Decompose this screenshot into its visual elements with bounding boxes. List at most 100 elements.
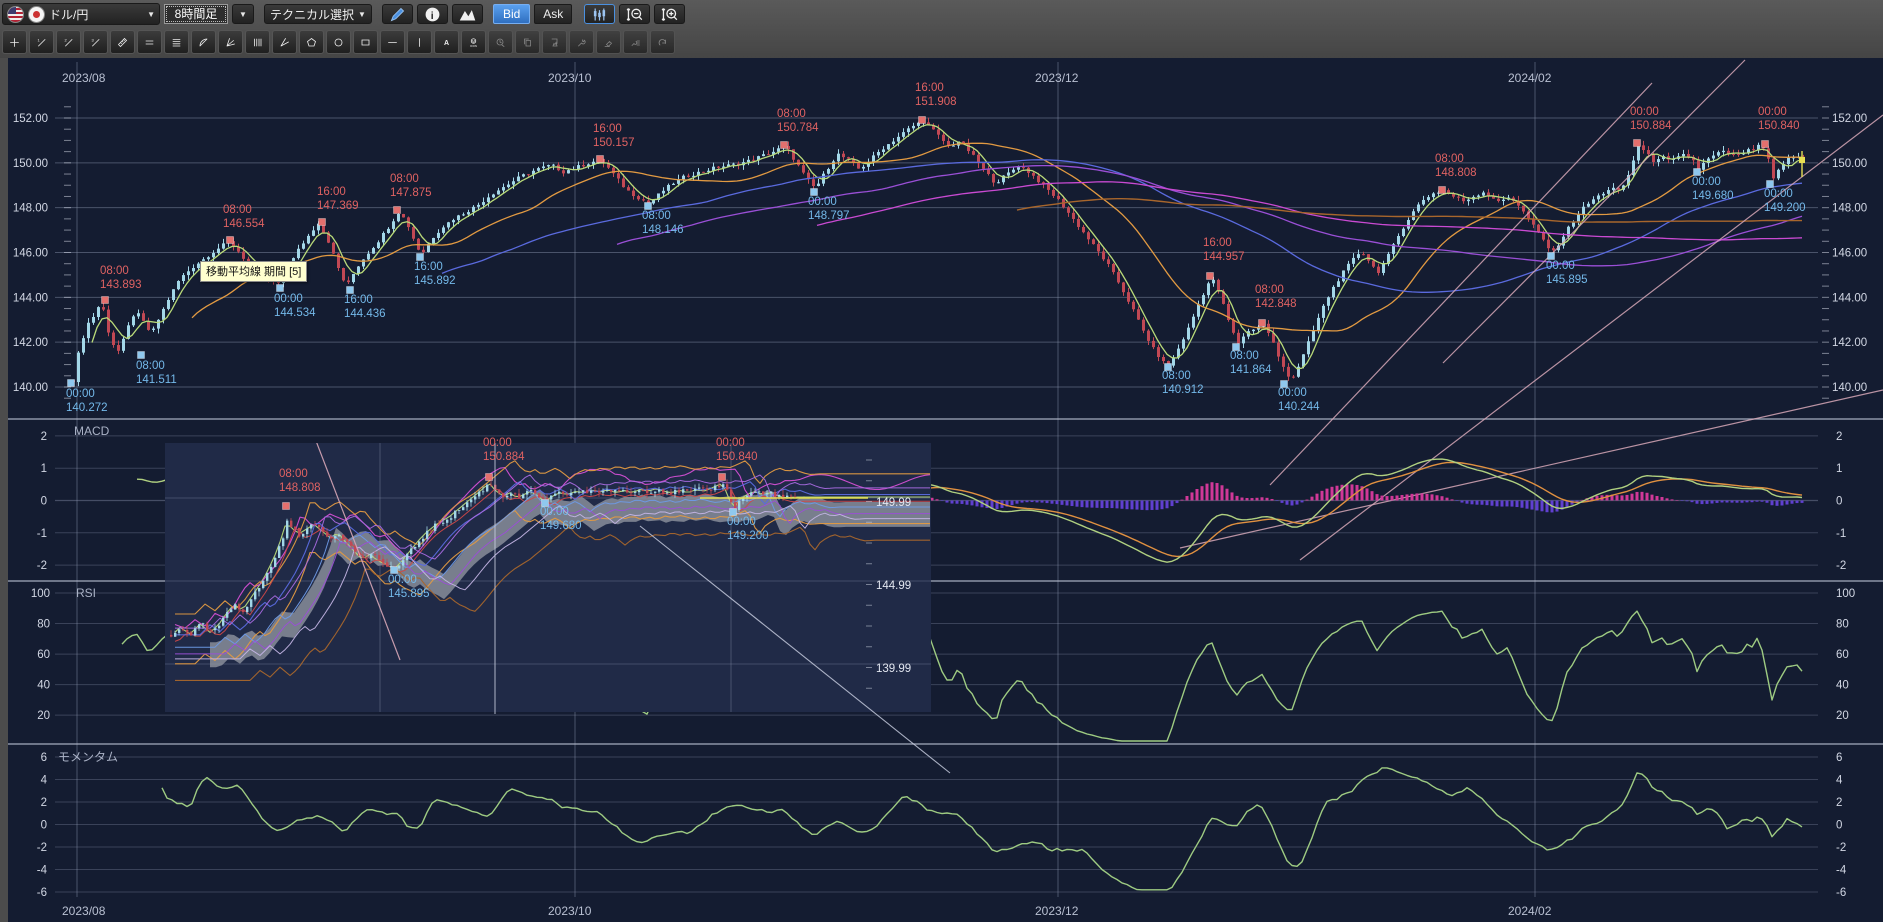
annotation-marker [645,203,652,210]
main-y-axis-label: 146.00 [13,248,48,260]
annotation-marker [68,380,75,387]
pentagon-icon[interactable] [299,30,324,54]
annotation-marker [1762,141,1769,148]
date-label-bottom: 2023/08 [62,904,106,918]
annotation-time: 00:00 [274,293,303,305]
timeframe-value[interactable]: 8時間足 [164,4,228,24]
revert-icon [650,30,675,54]
annotation-price: 140.244 [1278,401,1320,413]
currency-pair-selector[interactable]: ドル/円 ▼ [2,3,160,25]
pencil-draw-button[interactable] [382,4,413,24]
annotation-marker [1165,364,1172,371]
chart-canvas[interactable]: 152.00152.00150.00150.00148.00148.00146.… [0,0,1883,922]
vertical-line-icon[interactable] [407,30,432,54]
annotation-time: 16:00 [317,186,346,198]
trendline-1-icon[interactable]: 1 [29,30,54,54]
main-y-axis-label: 150.00 [13,158,48,170]
macd-axis-label: 0 [1836,496,1842,508]
fan-lines-3-icon[interactable] [218,30,243,54]
annotation-time: 16:00 [915,82,944,94]
wrench-icon [569,30,594,54]
annotation-time: 00:00 [66,388,95,400]
us-flag-icon [7,6,24,23]
macd-axis-label: 2 [41,431,47,443]
candlestick-chart-button[interactable] [584,4,615,24]
main-y-axis-label: 142.00 [13,337,48,349]
annotation-price: 149.200 [1764,202,1806,214]
info-button[interactable]: i [417,4,448,24]
technical-select-button[interactable]: テクニカル選択 ▼ [264,4,372,24]
rsi-axis-label: 100 [1836,588,1855,600]
annotation-price: 141.864 [1230,364,1272,376]
annotation-price: 150.840 [716,451,758,463]
inset-y-axis-label: 149.99 [876,497,911,509]
crosshair-icon[interactable] [2,30,27,54]
annotation-price: 147.369 [317,200,359,212]
fan-lines-2-icon[interactable] [272,30,297,54]
date-label-top: 2023/10 [548,71,592,85]
area-chart-button[interactable] [452,4,483,24]
inset-y-axis-label: 144.99 [876,580,911,592]
annotation-time: 08:00 [777,108,806,120]
momentum-axis-label: 2 [1836,797,1842,809]
annotation-marker [919,117,926,124]
annotation-time: 08:00 [100,265,129,277]
trendline-3-icon[interactable]: 3 [83,30,108,54]
macd-panel-title: MACD [74,424,110,438]
annotation-price: 149.680 [1692,190,1734,202]
macd-axis-label: -1 [37,528,47,540]
window-frame-strip [0,58,8,922]
annotation-marker [1767,181,1774,188]
zoom-in-vertical-button[interactable] [654,4,685,24]
date-label-bottom: 2023/12 [1035,904,1079,918]
chevron-down-icon: ▼ [239,10,247,19]
current-price-marker [1799,157,1805,163]
annotation-time: 08:00 [223,204,252,216]
zoom-out-vertical-button[interactable] [619,4,650,24]
ruler-icon[interactable] [110,30,135,54]
annotation-price: 145.895 [388,588,430,600]
jp-flag-icon [28,6,45,23]
fibonacci-timezones-icon[interactable] [245,30,270,54]
ask-button[interactable]: Ask [534,4,572,24]
trendline-2-icon[interactable]: 2 [56,30,81,54]
annotation-price: 150.157 [593,137,635,149]
text-icon[interactable]: A [434,30,459,54]
svg-text:i: i [431,10,434,21]
macd-axis-label: -2 [1836,560,1846,572]
annotation-price: 150.784 [777,122,819,134]
annotation-marker [1281,381,1288,388]
annotation-marker [1439,187,1446,194]
momentum-axis-label: 0 [1836,820,1842,832]
annotation-marker [781,142,788,149]
parallel-lines-4-icon[interactable] [164,30,189,54]
annotation-price: 145.892 [414,275,456,287]
timeframe-dropdown-button[interactable]: ▼ [232,4,254,24]
annotation-marker [102,297,109,304]
gann-fan-icon[interactable] [191,30,216,54]
ellipse-icon[interactable] [326,30,351,54]
rsi-axis-label: 80 [1836,619,1849,631]
svg-text:ICON: ICON [470,44,477,48]
horizontal-line-icon[interactable] [380,30,405,54]
rectangle-icon[interactable] [353,30,378,54]
annotation-price: 142.848 [1255,298,1297,310]
annotation-time: 00:00 [1278,387,1307,399]
annotation-time: 08:00 [1435,153,1464,165]
momentum-panel-title: モメンタム [58,750,118,764]
annotation-time: 08:00 [390,173,419,185]
momentum-axis-label: -6 [37,887,47,899]
parallel-lines-2-icon[interactable] [137,30,162,54]
chevron-down-icon: ▼ [147,10,155,19]
annotation-marker [319,219,326,226]
macd-axis-label: -1 [1836,528,1846,540]
inset-y-axis-label: 139.99 [876,663,911,675]
annotation-marker [730,509,737,516]
icon-stamp-icon[interactable]: ICON [461,30,486,54]
annotation-price: 148.146 [642,224,684,236]
bid-button[interactable]: Bid [493,4,530,24]
main-y-axis-label: 146.00 [1832,248,1867,260]
technical-select-label: テクニカル選択 [270,6,354,23]
annotation-time: 16:00 [593,123,622,135]
annotation-marker [1694,169,1701,176]
